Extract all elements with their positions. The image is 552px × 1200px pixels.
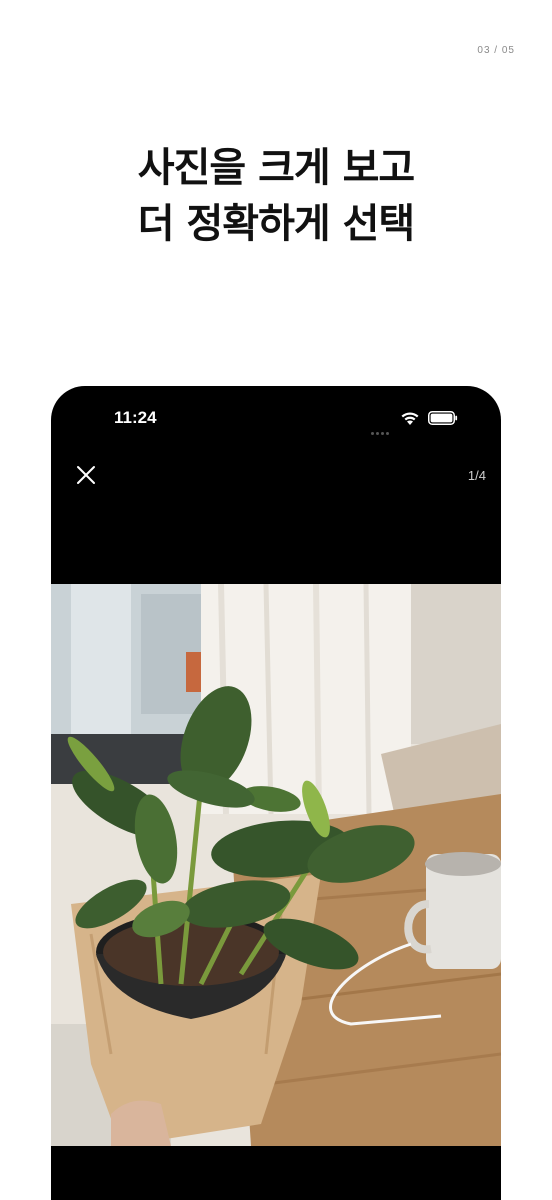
photo-counter: 1/4 [467, 468, 486, 483]
headline-line-1: 사진을 크게 보고 [137, 145, 415, 191]
headline: 사진을 크게 보고 더 정확하게 선택 [0, 140, 552, 252]
wifi-icon [401, 412, 419, 425]
potted-plant-photo[interactable] [51, 584, 501, 1146]
plant-photo-illustration [51, 584, 501, 1146]
status-time: 11:24 [114, 408, 157, 427]
headline-line-2: 더 정확하게 선택 [137, 201, 415, 247]
battery-icon [428, 411, 458, 425]
signal-dots-icon [371, 422, 393, 435]
close-icon[interactable] [75, 464, 97, 486]
page-indicator: 03 / 05 [477, 45, 515, 56]
phone-mockup: 11:24 1/4 [51, 386, 501, 1200]
onboarding-page: 03 / 05 사진을 크게 보고 더 정확하게 선택 11:24 1/4 [0, 0, 552, 1200]
